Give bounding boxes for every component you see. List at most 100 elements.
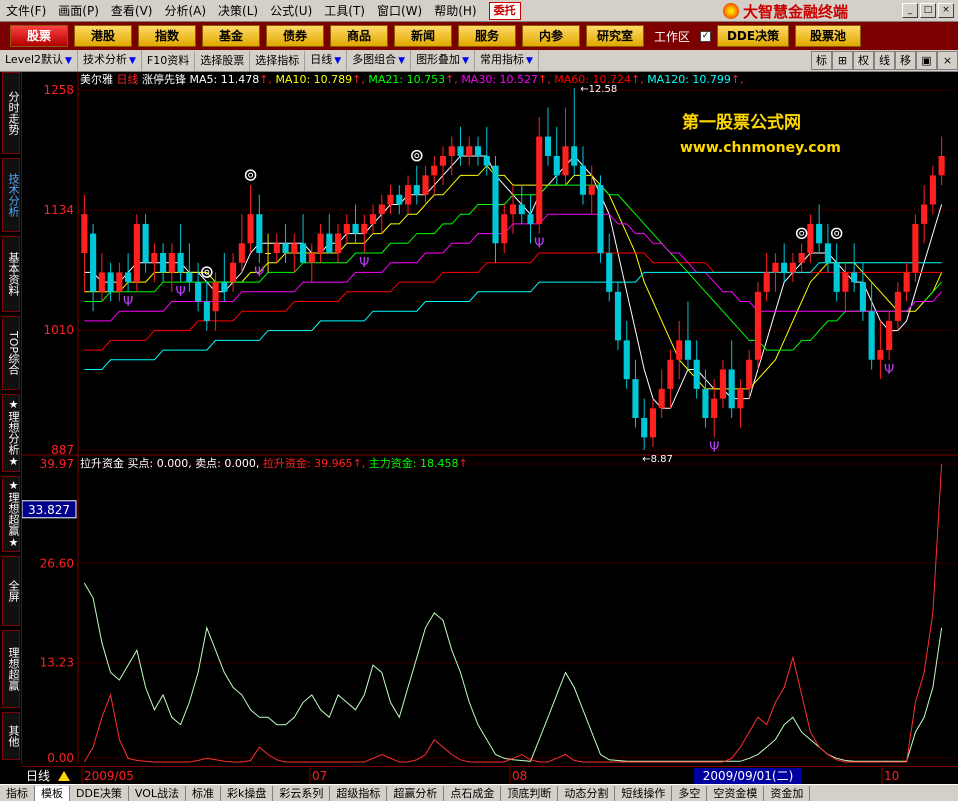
candle-body <box>746 359 753 389</box>
weituo-button[interactable]: 委托 <box>488 1 521 20</box>
nav-right-button-1[interactable]: 股票池 <box>795 25 862 47</box>
toolbar-item-0[interactable]: Level2默认 ▼ <box>0 50 78 71</box>
panel-toggle-icon[interactable]: ▣ <box>916 51 937 70</box>
status-tab-0[interactable]: 指标 <box>0 785 35 801</box>
candle-body <box>221 282 228 292</box>
left-tab-3[interactable]: TOP综合 <box>2 316 20 390</box>
toolbar-item-7[interactable]: 图形叠加 ▼ <box>411 50 475 71</box>
toolbar-right-button-1[interactable]: ⊞ <box>832 51 853 70</box>
toolbar-item-label: 图形叠加 <box>416 53 461 66</box>
toolbar-item-1[interactable]: 技术分析 ▼ <box>78 50 142 71</box>
toolbar-right-button-0[interactable]: 标 <box>811 51 832 70</box>
nav-button-6[interactable]: 新闻 <box>394 25 452 47</box>
left-tab-2[interactable]: 基本资料 <box>2 236 20 312</box>
candle-body <box>807 223 814 254</box>
candle-body <box>842 272 849 292</box>
candle-body <box>361 223 368 234</box>
candle-body <box>212 282 219 312</box>
ind-tick-label: 39.97 <box>40 457 74 471</box>
candle-body <box>343 223 350 234</box>
chart-svg[interactable]: 125811341010887美尔雅 日线 涨停先锋 MA5: 11.478↑,… <box>21 72 958 765</box>
menu-item-2[interactable]: 查看(V) <box>105 0 159 22</box>
status-tab-4[interactable]: 标准 <box>186 785 222 801</box>
menu-item-4[interactable]: 决策(L) <box>212 0 264 22</box>
price-tick-label: 1134 <box>43 203 74 217</box>
toolbar-item-4[interactable]: 选择指标 <box>250 50 306 71</box>
toolbar-right-button-3[interactable]: 线 <box>874 51 895 70</box>
menu-item-7[interactable]: 窗口(W) <box>371 0 428 22</box>
psi-signal-icon: Ψ <box>175 285 185 300</box>
left-tab-6[interactable]: 全屏 <box>2 556 20 626</box>
candle-body <box>299 243 307 263</box>
status-tab-11[interactable]: 动态分割 <box>558 785 616 801</box>
workspace-checkbox[interactable]: ✓ <box>700 30 712 42</box>
nav-button-4[interactable]: 债券 <box>266 25 324 47</box>
left-tab-1[interactable]: 技术分析 <box>2 158 20 232</box>
candle-body <box>98 272 105 292</box>
dropdown-arrow-icon: ▼ <box>65 56 72 66</box>
price-header: 美尔雅 日线 涨停先锋 MA5: 11.478↑, MA10: 10.789↑,… <box>80 72 744 86</box>
nav-button-1[interactable]: 港股 <box>74 25 132 47</box>
menu-item-0[interactable]: 文件(F) <box>0 0 52 22</box>
menu-item-8[interactable]: 帮助(H) <box>428 0 482 22</box>
status-tab-9[interactable]: 点石成金 <box>444 785 502 801</box>
close-icon[interactable]: × <box>938 3 954 18</box>
status-tab-15[interactable]: 资金加 <box>764 785 811 801</box>
toolbar-item-6[interactable]: 多图组合 ▼ <box>347 50 412 71</box>
toolbar-right-button-2[interactable]: 权 <box>853 51 874 70</box>
menu-item-6[interactable]: 工具(T) <box>318 0 371 22</box>
status-tab-1[interactable]: 模板 <box>35 785 70 801</box>
left-tab-5[interactable]: ★理想超赢★ <box>2 476 20 552</box>
nav-right-button-0[interactable]: DDE决策 <box>717 25 790 47</box>
candle-body <box>282 243 289 254</box>
status-tab-3[interactable]: VOL战法 <box>129 785 187 801</box>
status-tab-13[interactable]: 多空 <box>672 785 708 801</box>
nav-button-2[interactable]: 指数 <box>138 25 196 47</box>
status-tab-14[interactable]: 空资金模 <box>707 785 765 801</box>
minimize-icon[interactable]: _ <box>902 3 918 18</box>
psi-signal-icon: Ψ <box>359 256 369 271</box>
status-tab-2[interactable]: DDE决策 <box>70 785 129 801</box>
toolbar-item-2[interactable]: F10资料 <box>142 50 196 71</box>
status-tab-7[interactable]: 超级指标 <box>330 785 388 801</box>
status-tab-5[interactable]: 彩k操盘 <box>221 785 274 801</box>
toolbar-item-5[interactable]: 日线 ▼ <box>305 50 348 71</box>
left-tab-7[interactable]: 理想超赢 <box>2 630 20 708</box>
panel-close-icon[interactable]: × <box>937 51 958 70</box>
period-triangle-icon[interactable] <box>58 771 70 781</box>
candle-body <box>265 253 272 255</box>
nav-button-3[interactable]: 基金 <box>202 25 260 47</box>
menu-item-3[interactable]: 分析(A) <box>158 0 212 22</box>
menu-item-5[interactable]: 公式(U) <box>264 0 318 22</box>
candle-body <box>527 214 534 224</box>
nav-button-7[interactable]: 服务 <box>458 25 516 47</box>
period-label-bottom: 日线 <box>26 769 50 783</box>
toolbar-item-8[interactable]: 常用指标 ▼ <box>475 50 539 71</box>
status-tab-12[interactable]: 短线操作 <box>615 785 673 801</box>
candle-body <box>851 272 858 283</box>
candle-body <box>151 253 158 263</box>
maximize-icon[interactable]: □ <box>920 3 936 18</box>
nav-button-9[interactable]: 研究室 <box>586 25 644 47</box>
nav-button-8[interactable]: 内参 <box>522 25 580 47</box>
menu-item-1[interactable]: 画面(P) <box>52 0 105 22</box>
ind-tick-label: 13.23 <box>40 656 74 670</box>
candle-body <box>160 253 167 273</box>
left-tab-8[interactable]: 其他 <box>2 712 20 760</box>
candle-body <box>658 388 665 409</box>
nav-button-5[interactable]: 商品 <box>330 25 388 47</box>
left-tab-0[interactable]: 分时走势 <box>2 72 20 154</box>
price-tick-label: 1258 <box>43 83 74 97</box>
candle-body <box>352 223 359 234</box>
status-tab-6[interactable]: 彩云系列 <box>273 785 331 801</box>
ind-tick-label: 26.60 <box>40 556 74 570</box>
candle-body <box>676 340 683 360</box>
nav-button-0[interactable]: 股票 <box>10 25 68 47</box>
left-tab-4[interactable]: ★理想分析★ <box>2 394 20 472</box>
toolbar-item-3[interactable]: 选择股票 <box>195 50 251 71</box>
toolbar-right-button-4[interactable]: 移 <box>895 51 916 70</box>
status-tab-10[interactable]: 顶底判断 <box>501 785 559 801</box>
candle-body <box>107 272 114 292</box>
status-tab-8[interactable]: 超赢分析 <box>387 785 445 801</box>
dropdown-arrow-icon: ▼ <box>525 56 533 66</box>
